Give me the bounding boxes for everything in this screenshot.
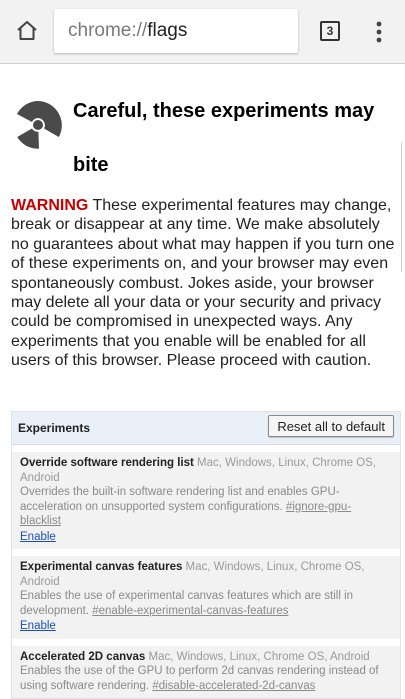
experiment-item: Accelerated 2D canvas Mac, Windows, Linu… (12, 645, 400, 698)
url-scheme: chrome:// (68, 20, 148, 41)
tab-count: 3 (326, 24, 334, 38)
overflow-menu-button[interactable] (368, 18, 390, 46)
experiment-flag-link[interactable]: #enable-experimental-canvas-features (92, 605, 288, 617)
experiments-section: Experiments Reset all to default Overrid… (11, 411, 401, 699)
warning-paragraph: WARNING These experimental features may … (11, 196, 395, 371)
experiments-header: Experiments Reset all to default (12, 412, 400, 445)
enable-link[interactable]: Enable (20, 619, 56, 634)
radiation-hazard-icon (17, 101, 62, 149)
warning-label: WARNING (11, 197, 89, 214)
scroll-indicator (401, 142, 405, 272)
experiment-description: Overrides the built-in software renderin… (20, 485, 392, 529)
experiment-item: Override software rendering list Mac, Wi… (12, 452, 400, 549)
page-heading: Careful, these experiments may bite (73, 100, 375, 176)
experiment-description: Enables the use of experimental canvas f… (20, 589, 392, 618)
experiment-platforms: Mac, Windows, Linux, Chrome OS, Android (145, 650, 370, 663)
experiment-name: Override software rendering list (20, 457, 194, 469)
experiment-flag-link[interactable]: #disable-accelerated-2d-canvas (152, 680, 315, 692)
experiment-description: Enables the use of the GPU to perform 2d… (20, 664, 392, 693)
home-button[interactable] (10, 14, 44, 48)
enable-link[interactable]: Enable (20, 530, 56, 545)
experiments-title: Experiments (18, 421, 91, 435)
experiment-name: Experimental canvas features (20, 561, 183, 573)
experiment-name: Accelerated 2D canvas (20, 650, 146, 663)
url-bar[interactable]: chrome://flags (54, 9, 298, 53)
url-host: flags (147, 20, 188, 41)
reset-all-button[interactable]: Reset all to default (268, 415, 394, 437)
tab-switcher-icon: 3 (320, 21, 340, 41)
tab-switcher-button[interactable]: 3 (318, 19, 342, 43)
browser-toolbar: chrome://flags 3 (0, 0, 405, 64)
overflow-menu-icon (376, 21, 382, 43)
experiment-item: Experimental canvas features Mac, Window… (12, 556, 400, 639)
warning-text: These experimental features may change, … (11, 197, 395, 370)
home-icon (17, 21, 37, 40)
